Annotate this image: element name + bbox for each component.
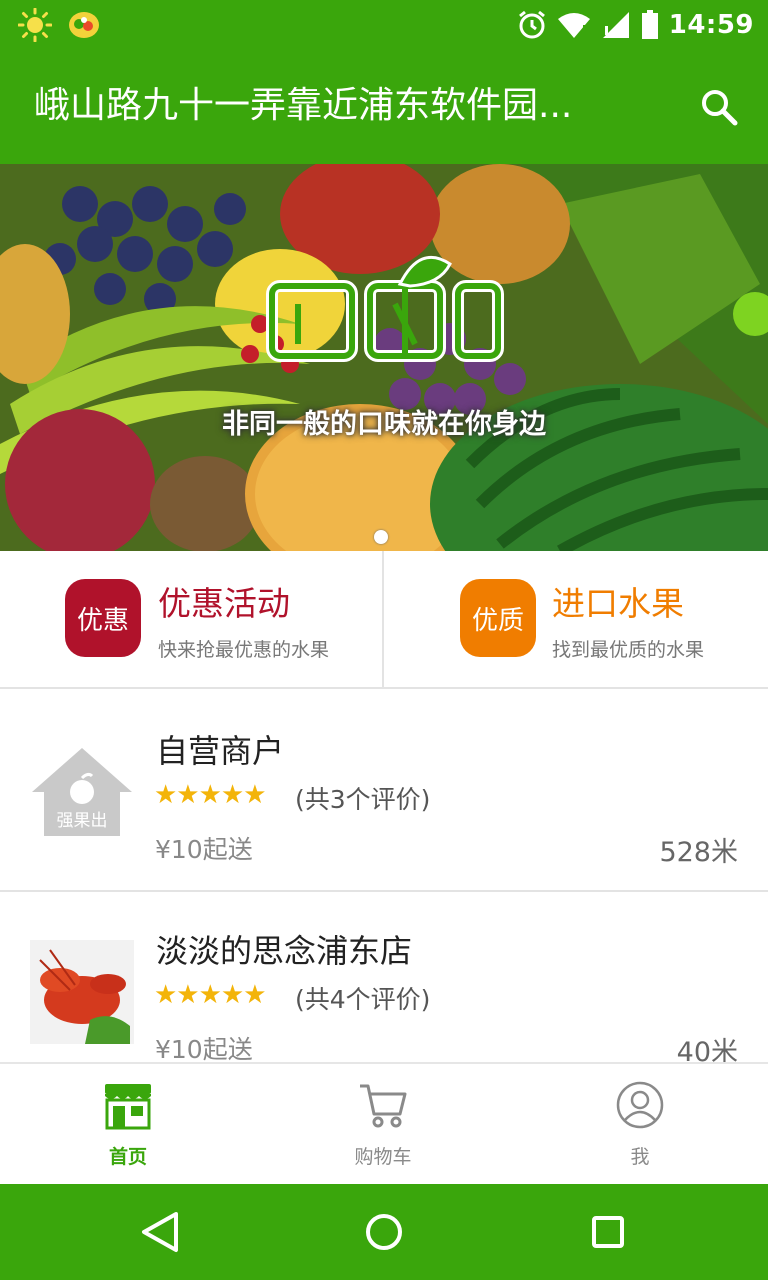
promo-row: 优惠 优惠活动 快来抢最优惠的水果 优质 进口水果 找到最优质的水果 xyxy=(0,551,768,689)
cart-icon xyxy=(360,1084,407,1128)
sun-icon xyxy=(18,8,52,42)
discount-badge: 优惠 xyxy=(65,579,141,657)
house-logo-icon: 强果出 xyxy=(32,748,132,836)
shop-name: 自营商户 xyxy=(156,732,285,770)
discount-title: 优惠活动 xyxy=(158,584,290,623)
tab-cart-label: 购物车 xyxy=(354,1146,412,1168)
review-count: (共4个评价) xyxy=(295,985,431,1014)
review-count: (共3个评价) xyxy=(295,785,431,814)
thumb-logo-text: 强果出 xyxy=(57,811,108,831)
shop-name: 淡淡的思念浦东店 xyxy=(156,932,413,970)
tab-me-label: 我 xyxy=(630,1146,650,1168)
tab-home[interactable]: 首页 xyxy=(48,1064,208,1184)
shop-list[interactable]: 强果出 自营商户 ★★★★★ (共3个评价) ¥10起送 528米 淡淡的思念浦… xyxy=(0,690,768,1062)
signal-icon xyxy=(602,12,629,38)
promo-banner[interactable]: 非同一般的口味就在你身边 xyxy=(0,164,768,551)
distance: 528米 xyxy=(659,837,738,868)
battery-icon xyxy=(641,10,658,39)
app-badge-icon xyxy=(69,12,99,38)
tab-me[interactable]: 我 xyxy=(560,1064,720,1184)
discount-subtitle: 快来抢最优惠的水果 xyxy=(158,639,330,661)
banner-tagline: 非同一般的口味就在你身边 xyxy=(222,409,546,440)
shop-item[interactable]: 强果出 自营商户 ★★★★★ (共3个评价) ¥10起送 528米 xyxy=(0,690,768,892)
location-title[interactable]: 峨山路九十一弄靠近浦东软件园... xyxy=(34,78,634,134)
promo-imported[interactable]: 优质 进口水果 找到最优质的水果 xyxy=(384,551,768,687)
alarm-icon xyxy=(518,10,545,39)
status-time: 14:59 xyxy=(668,10,754,40)
bottom-nav: 首页 购物车 我 xyxy=(0,1062,768,1184)
search-icon[interactable] xyxy=(698,86,740,128)
lobster-image xyxy=(30,940,134,1044)
shop-item[interactable]: 淡淡的思念浦东店 ★★★★★ (共4个评价) ¥10起送 40米 xyxy=(0,892,768,1062)
imported-title: 进口水果 xyxy=(552,584,684,623)
promo-discount[interactable]: 优惠 优惠活动 快来抢最优惠的水果 xyxy=(0,551,384,687)
quality-badge: 优质 xyxy=(460,579,536,657)
carousel-indicator xyxy=(374,530,388,544)
tab-home-label: 首页 xyxy=(108,1146,147,1168)
recents-icon[interactable] xyxy=(580,1204,636,1260)
system-nav-bar xyxy=(0,1184,768,1280)
app-bar: 峨山路九十一弄靠近浦东软件园... xyxy=(0,50,768,164)
rating-stars: ★★★★★ xyxy=(154,980,267,1010)
wifi-icon xyxy=(557,13,590,38)
store-icon xyxy=(105,1084,151,1130)
back-icon[interactable] xyxy=(132,1204,188,1260)
status-bar: 14:59 xyxy=(0,0,768,50)
min-order: ¥10起送 xyxy=(155,1035,253,1062)
tab-cart[interactable]: 购物车 xyxy=(303,1064,463,1184)
min-order: ¥10起送 xyxy=(155,835,253,864)
home-icon[interactable] xyxy=(356,1204,412,1260)
distance: 40米 xyxy=(676,1037,738,1062)
imported-subtitle: 找到最优质的水果 xyxy=(552,639,705,661)
person-icon xyxy=(616,1081,664,1129)
rating-stars: ★★★★★ xyxy=(154,780,267,810)
banner-image xyxy=(0,164,768,551)
